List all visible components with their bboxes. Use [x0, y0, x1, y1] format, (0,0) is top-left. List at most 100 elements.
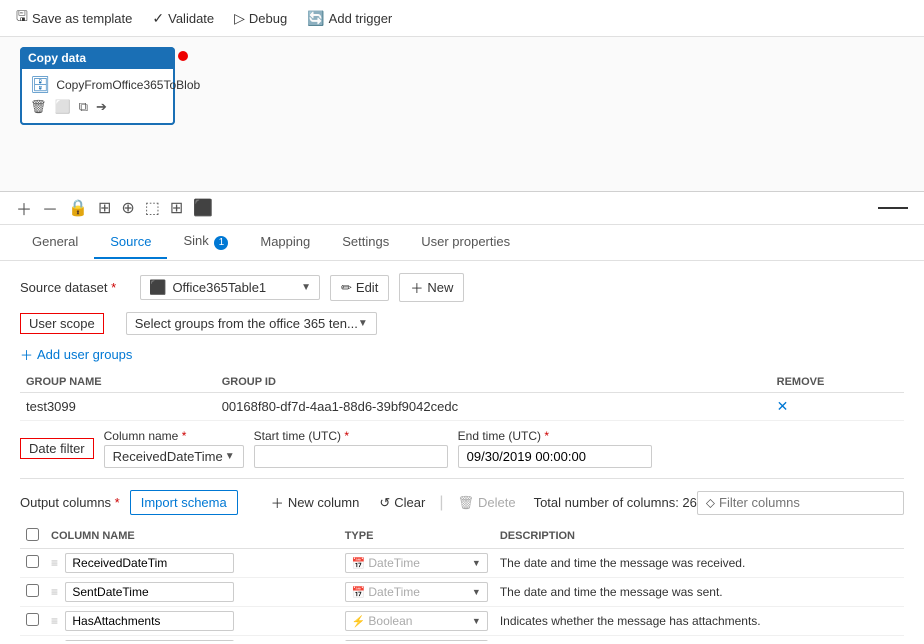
- new-button[interactable]: ＋ New: [399, 273, 464, 302]
- user-scope-section: User scope Select groups from the office…: [20, 312, 904, 364]
- copy-data-activity[interactable]: Copy data 🗄 CopyFromOffice365ToBlob 🗑 ⬜ …: [20, 47, 175, 125]
- add-icon[interactable]: ＋: [16, 196, 32, 220]
- type-value: DateTime: [368, 585, 420, 599]
- group-id-cell: 00168f80-df7d-4aa1-88d6-39bf9042cedc: [216, 393, 771, 421]
- table-row: test3099 00168f80-df7d-4aa1-88d6-39bf904…: [20, 393, 904, 421]
- pencil-icon: ✏: [341, 280, 352, 296]
- chevron-down-icon: ▼: [301, 282, 311, 293]
- clone-action-icon[interactable]: ⧉: [79, 99, 88, 115]
- status-dot: [178, 51, 188, 61]
- drag-handle-icon[interactable]: ≡: [51, 556, 58, 570]
- new-column-button[interactable]: ＋ New column: [261, 489, 370, 516]
- row-checkbox-cell: [20, 578, 45, 607]
- filter-input-box[interactable]: ⬦: [697, 491, 904, 515]
- grid-icon[interactable]: ⊞: [98, 198, 111, 218]
- filter-columns-input[interactable]: [719, 495, 895, 510]
- trigger-icon: 🔄: [307, 10, 324, 27]
- user-scope-label: User scope: [20, 313, 104, 334]
- column-name-field: Column name * ReceivedDateTime ▼: [104, 429, 244, 468]
- add-trigger-button[interactable]: 🔄 Add trigger: [307, 10, 392, 27]
- debug-icon: ▷: [234, 10, 245, 27]
- validate-button[interactable]: ✓ Validate: [152, 10, 214, 27]
- type-select[interactable]: abc String ▼: [345, 640, 488, 641]
- activity-name: CopyFromOffice365ToBlob: [56, 78, 200, 92]
- type-select[interactable]: 📅 DateTime ▼: [345, 582, 488, 602]
- end-time-field: End time (UTC) *: [458, 429, 652, 468]
- copy-data-header: Copy data: [20, 47, 175, 69]
- layout-icon[interactable]: ⊞: [170, 198, 183, 218]
- total-count: Total number of columns: 26: [534, 495, 697, 510]
- tab-general[interactable]: General: [16, 226, 94, 259]
- col-name-cell: ≡: [45, 607, 339, 636]
- chevron-down-icon: ▼: [472, 558, 481, 568]
- plus-icon: ＋: [271, 493, 284, 512]
- settings-icon[interactable]: ⬛: [193, 198, 213, 218]
- add-user-groups-button[interactable]: ＋ Add user groups: [20, 345, 132, 364]
- lock-icon[interactable]: 🔒: [68, 198, 88, 218]
- column-name-input[interactable]: [65, 640, 234, 641]
- canvas-toolbar: ＋ － 🔒 ⊞ ⊕ ⬚ ⊞ ⬛: [0, 192, 924, 225]
- chevron-down-icon: ▼: [472, 616, 481, 626]
- clear-button[interactable]: ↺ Clear: [369, 491, 435, 515]
- save-icon: 🖫: [16, 6, 28, 30]
- tab-sink[interactable]: Sink 1: [167, 225, 244, 260]
- col-name-cell: ≡: [45, 636, 339, 642]
- row-checkbox[interactable]: [26, 613, 39, 626]
- type-value: DateTime: [368, 556, 420, 570]
- start-time-label: Start time (UTC) *: [254, 429, 448, 443]
- type-icon: 📅: [352, 557, 366, 570]
- import-schema-button[interactable]: Import schema: [130, 490, 238, 515]
- drag-handle-icon[interactable]: ≡: [51, 585, 58, 599]
- copy-action-icon[interactable]: ⬜: [55, 99, 71, 115]
- col-type-cell: ⚡ Boolean ▼: [339, 607, 494, 636]
- chevron-down-icon: ▼: [472, 587, 481, 597]
- column-name-value: ReceivedDateTime: [113, 449, 223, 464]
- column-name-select[interactable]: ReceivedDateTime ▼: [104, 445, 244, 468]
- end-time-input[interactable]: [458, 445, 652, 468]
- fit-icon[interactable]: ⬚: [145, 198, 160, 218]
- divider-line: [878, 207, 908, 209]
- debug-button[interactable]: ▷ Debug: [234, 10, 287, 27]
- output-columns-label: Output columns *: [20, 495, 120, 510]
- col-name-cell: ≡: [45, 578, 339, 607]
- chevron-down-icon: ▼: [225, 451, 235, 462]
- type-select[interactable]: 📅 DateTime ▼: [345, 553, 488, 573]
- date-filter-label: Date filter: [20, 438, 94, 459]
- start-time-field: Start time (UTC) *: [254, 429, 448, 468]
- tab-user-properties[interactable]: User properties: [405, 226, 526, 259]
- tab-settings[interactable]: Settings: [326, 226, 405, 259]
- start-time-input[interactable]: [254, 445, 448, 468]
- row-checkbox[interactable]: [26, 555, 39, 568]
- scope-value: Select groups from the office 365 ten...: [135, 316, 358, 331]
- scope-select[interactable]: Select groups from the office 365 ten...…: [126, 312, 377, 335]
- chevron-down-icon: ▼: [358, 318, 368, 329]
- row-checkbox-cell: [20, 607, 45, 636]
- canvas-area: Copy data 🗄 CopyFromOffice365ToBlob 🗑 ⬜ …: [0, 37, 924, 192]
- column-name-label: Column name *: [104, 429, 244, 443]
- row-checkbox[interactable]: [26, 584, 39, 597]
- minus-icon[interactable]: －: [42, 196, 58, 220]
- column-name-input[interactable]: [65, 553, 234, 573]
- type-select[interactable]: ⚡ Boolean ▼: [345, 611, 488, 631]
- tab-mapping[interactable]: Mapping: [244, 226, 326, 259]
- column-name-input[interactable]: [65, 611, 234, 631]
- debug-label: Debug: [249, 11, 287, 26]
- validate-label: Validate: [168, 11, 214, 26]
- dataset-value: Office365Table1: [172, 280, 266, 295]
- row-checkbox-cell: [20, 549, 45, 578]
- column-name-input[interactable]: [65, 582, 234, 602]
- dataset-select[interactable]: ⬛ Office365Table1 ▼: [140, 275, 320, 300]
- checkbox-header: [20, 524, 45, 549]
- refresh-icon: ↺: [379, 495, 390, 511]
- delete-action-icon[interactable]: 🗑: [30, 99, 47, 115]
- edit-button[interactable]: ✏ Edit: [330, 275, 389, 301]
- drag-handle-icon[interactable]: ≡: [51, 614, 58, 628]
- zoom-in-icon[interactable]: ⊕: [121, 198, 134, 218]
- type-icon: ⚡: [352, 615, 366, 628]
- save-template-button[interactable]: 🖫 Save as template: [16, 6, 132, 30]
- tab-source[interactable]: Source: [94, 226, 167, 259]
- source-dataset-row: Source dataset * ⬛ Office365Table1 ▼ ✏ E…: [20, 273, 904, 302]
- select-all-checkbox[interactable]: [26, 528, 39, 541]
- remove-icon[interactable]: ✕: [777, 398, 789, 414]
- arrow-action-icon[interactable]: ➔: [96, 99, 107, 115]
